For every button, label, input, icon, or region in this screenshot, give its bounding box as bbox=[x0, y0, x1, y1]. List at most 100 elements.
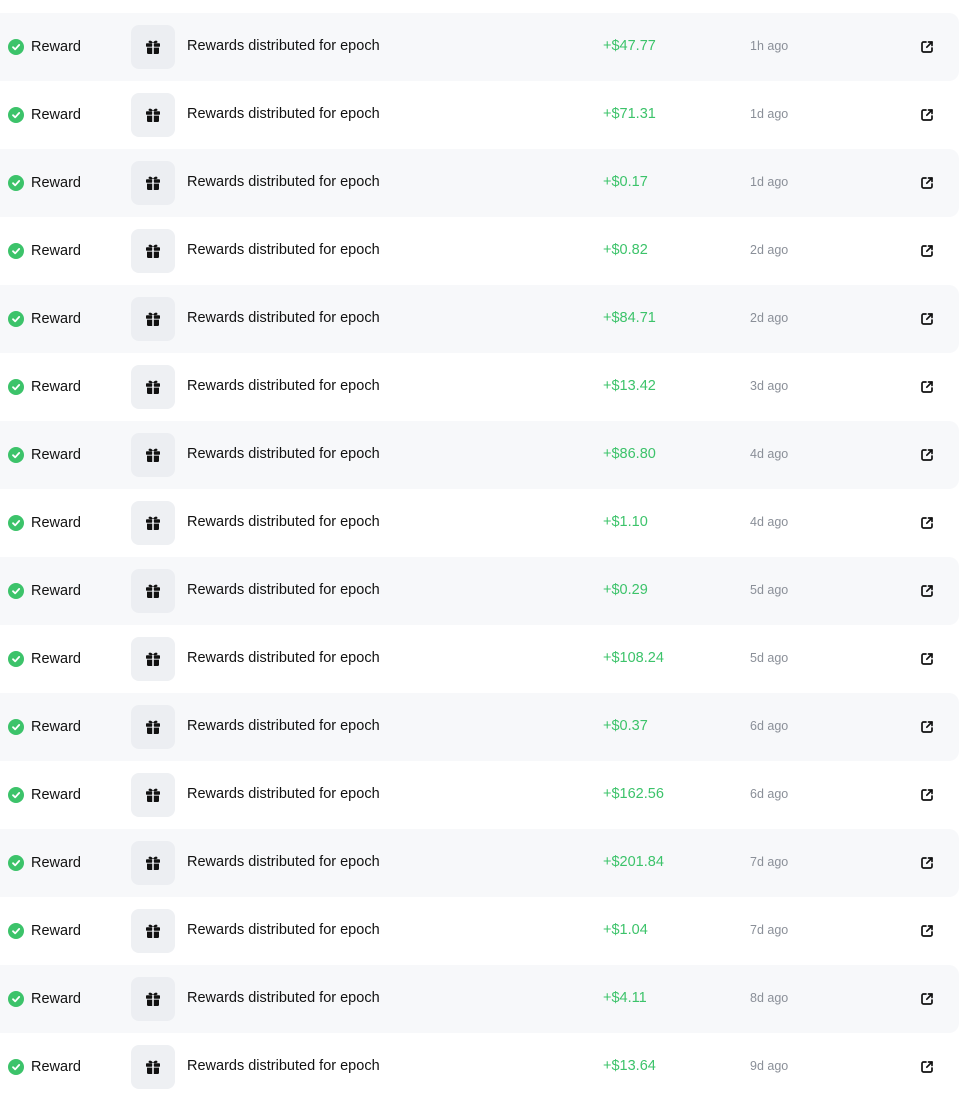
transaction-row[interactable]: Reward Rewards distributed for epoch +$4… bbox=[0, 13, 959, 81]
external-link-icon[interactable] bbox=[919, 311, 935, 327]
status-label: Reward bbox=[31, 515, 81, 531]
transaction-description: Rewards distributed for epoch bbox=[187, 922, 380, 938]
status-cell: Reward bbox=[8, 243, 81, 259]
status-label: Reward bbox=[31, 243, 81, 259]
transaction-amount: +$47.77 bbox=[603, 38, 656, 54]
transaction-amount: +$1.10 bbox=[603, 514, 648, 530]
transaction-row[interactable]: Reward Rewards distributed for epoch +$2… bbox=[0, 829, 959, 897]
status-cell: Reward bbox=[8, 311, 81, 327]
transaction-description: Rewards distributed for epoch bbox=[187, 1058, 380, 1074]
transaction-row[interactable]: Reward Rewards distributed for epoch +$1… bbox=[0, 353, 959, 421]
transaction-description: Rewards distributed for epoch bbox=[187, 310, 380, 326]
check-circle-icon bbox=[8, 1059, 24, 1075]
status-label: Reward bbox=[31, 923, 81, 939]
external-link-icon[interactable] bbox=[919, 1059, 935, 1075]
transaction-row[interactable]: Reward Rewards distributed for epoch +$1… bbox=[0, 897, 959, 965]
gift-icon bbox=[131, 229, 175, 273]
transaction-row[interactable]: Reward Rewards distributed for epoch +$4… bbox=[0, 965, 959, 1033]
transaction-row[interactable]: Reward Rewards distributed for epoch +$1… bbox=[0, 625, 959, 693]
status-label: Reward bbox=[31, 651, 81, 667]
transaction-time: 6d ago bbox=[750, 787, 789, 801]
status-label: Reward bbox=[31, 175, 81, 191]
transaction-amount: +$84.71 bbox=[603, 310, 656, 326]
check-circle-icon bbox=[8, 923, 24, 939]
gift-icon bbox=[131, 773, 175, 817]
transaction-description: Rewards distributed for epoch bbox=[187, 378, 380, 394]
transaction-amount: +$201.84 bbox=[603, 854, 664, 870]
status-label: Reward bbox=[31, 379, 81, 395]
transaction-time: 1h ago bbox=[750, 39, 789, 53]
transaction-time: 1d ago bbox=[750, 107, 789, 121]
external-link-icon[interactable] bbox=[919, 787, 935, 803]
check-circle-icon bbox=[8, 379, 24, 395]
external-link-icon[interactable] bbox=[919, 651, 935, 667]
transaction-list: Reward Rewards distributed for epoch +$4… bbox=[0, 13, 959, 1101]
external-link-icon[interactable] bbox=[919, 923, 935, 939]
transaction-row[interactable]: Reward Rewards distributed for epoch +$0… bbox=[0, 557, 959, 625]
transaction-time: 2d ago bbox=[750, 311, 789, 325]
external-link-icon[interactable] bbox=[919, 175, 935, 191]
transaction-time: 3d ago bbox=[750, 379, 789, 393]
external-link-icon[interactable] bbox=[919, 447, 935, 463]
transaction-row[interactable]: Reward Rewards distributed for epoch +$1… bbox=[0, 489, 959, 557]
transaction-row[interactable]: Reward Rewards distributed for epoch +$8… bbox=[0, 421, 959, 489]
gift-icon bbox=[131, 569, 175, 613]
status-cell: Reward bbox=[8, 39, 81, 55]
status-cell: Reward bbox=[8, 651, 81, 667]
transaction-amount: +$13.64 bbox=[603, 1058, 656, 1074]
external-link-icon[interactable] bbox=[919, 39, 935, 55]
transaction-amount: +$0.29 bbox=[603, 582, 648, 598]
transaction-description: Rewards distributed for epoch bbox=[187, 38, 380, 54]
check-circle-icon bbox=[8, 787, 24, 803]
check-circle-icon bbox=[8, 515, 24, 531]
transaction-description: Rewards distributed for epoch bbox=[187, 174, 380, 190]
transaction-row[interactable]: Reward Rewards distributed for epoch +$0… bbox=[0, 217, 959, 285]
external-link-icon[interactable] bbox=[919, 379, 935, 395]
transaction-row[interactable]: Reward Rewards distributed for epoch +$7… bbox=[0, 81, 959, 149]
gift-icon bbox=[131, 93, 175, 137]
transaction-row[interactable]: Reward Rewards distributed for epoch +$1… bbox=[0, 1033, 959, 1101]
external-link-icon[interactable] bbox=[919, 855, 935, 871]
transaction-row[interactable]: Reward Rewards distributed for epoch +$8… bbox=[0, 285, 959, 353]
transaction-time: 2d ago bbox=[750, 243, 789, 257]
gift-icon bbox=[131, 365, 175, 409]
external-link-icon[interactable] bbox=[919, 719, 935, 735]
check-circle-icon bbox=[8, 991, 24, 1007]
transaction-row[interactable]: Reward Rewards distributed for epoch +$0… bbox=[0, 693, 959, 761]
transaction-amount: +$13.42 bbox=[603, 378, 656, 394]
status-label: Reward bbox=[31, 447, 81, 463]
gift-icon bbox=[131, 501, 175, 545]
gift-icon bbox=[131, 705, 175, 749]
external-link-icon[interactable] bbox=[919, 515, 935, 531]
transaction-description: Rewards distributed for epoch bbox=[187, 582, 380, 598]
status-cell: Reward bbox=[8, 107, 81, 123]
transaction-description: Rewards distributed for epoch bbox=[187, 990, 380, 1006]
transaction-row[interactable]: Reward Rewards distributed for epoch +$0… bbox=[0, 149, 959, 217]
gift-icon bbox=[131, 1045, 175, 1089]
transaction-row[interactable]: Reward Rewards distributed for epoch +$1… bbox=[0, 761, 959, 829]
status-cell: Reward bbox=[8, 719, 81, 735]
status-label: Reward bbox=[31, 991, 81, 1007]
check-circle-icon bbox=[8, 39, 24, 55]
check-circle-icon bbox=[8, 175, 24, 191]
transaction-amount: +$162.56 bbox=[603, 786, 664, 802]
transaction-time: 1d ago bbox=[750, 175, 789, 189]
transaction-amount: +$86.80 bbox=[603, 446, 656, 462]
status-label: Reward bbox=[31, 855, 81, 871]
transaction-amount: +$108.24 bbox=[603, 650, 664, 666]
status-label: Reward bbox=[31, 787, 81, 803]
gift-icon bbox=[131, 297, 175, 341]
external-link-icon[interactable] bbox=[919, 243, 935, 259]
transaction-time: 5d ago bbox=[750, 651, 789, 665]
external-link-icon[interactable] bbox=[919, 107, 935, 123]
gift-icon bbox=[131, 25, 175, 69]
gift-icon bbox=[131, 841, 175, 885]
status-cell: Reward bbox=[8, 991, 81, 1007]
status-cell: Reward bbox=[8, 1059, 81, 1075]
external-link-icon[interactable] bbox=[919, 583, 935, 599]
transaction-description: Rewards distributed for epoch bbox=[187, 786, 380, 802]
transaction-amount: +$0.37 bbox=[603, 718, 648, 734]
check-circle-icon bbox=[8, 719, 24, 735]
external-link-icon[interactable] bbox=[919, 991, 935, 1007]
status-label: Reward bbox=[31, 311, 81, 327]
